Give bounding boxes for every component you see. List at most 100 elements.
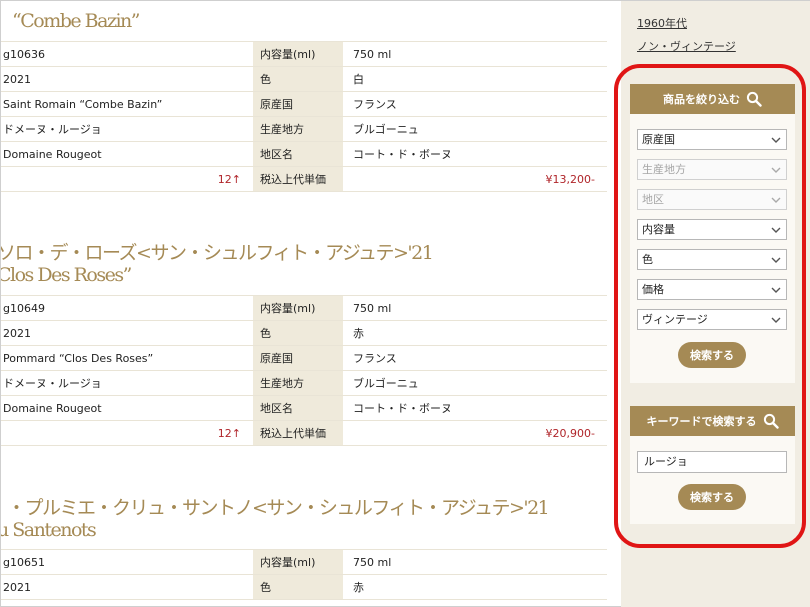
- volume-select[interactable]: 内容量: [637, 219, 787, 240]
- spec-label: 内容量(ml): [253, 549, 343, 575]
- product-spec-table: g10649 内容量(ml) 750 ml 2021 色赤 Pommard “Clos…: [1, 295, 607, 446]
- color-select[interactable]: 色: [637, 249, 787, 270]
- sidebar-link-non-vintage[interactable]: ノン・ヴィンテージ: [637, 38, 736, 54]
- wine-name: Pommard “Clos Des Roses”: [1, 345, 253, 371]
- spec-value: 赤: [343, 320, 607, 346]
- table-row: 12↑ 税込上代単価 ¥13,200-: [1, 166, 607, 192]
- table-row: 2021 色赤: [1, 574, 607, 600]
- wine-name: Saint Romain “Combe Bazin”: [1, 91, 253, 117]
- vintage-select[interactable]: ヴィンテージ: [637, 309, 787, 330]
- table-row: 2021 色白: [1, 66, 607, 92]
- product-title-line: ソロ・デ・ローズ<サン・シュルフィト・アジュテ>'21: [1, 242, 434, 264]
- spec-label: 生産地方: [253, 116, 343, 142]
- keyword-panel: [630, 436, 795, 524]
- filter-panel-header: 商品を絞り込む: [630, 84, 795, 114]
- chevron-down-icon: [771, 317, 781, 323]
- sidebar-link-1960s[interactable]: 1960年代: [637, 15, 687, 31]
- origin-country-select[interactable]: 原産国: [637, 129, 787, 150]
- product-title[interactable]: ソロ・デ・ローズ<サン・シュルフィト・アジュテ>'21 Clos Des Ros…: [1, 242, 607, 286]
- spec-value: フランス: [343, 91, 607, 117]
- spec-label: 内容量(ml): [253, 41, 343, 67]
- filter-panel-title: 商品を絞り込む: [663, 93, 740, 106]
- select-value: 生産地方: [642, 163, 686, 176]
- table-row: 2021 色赤: [1, 320, 607, 346]
- filter-search-button[interactable]: 検索する: [678, 342, 746, 368]
- select-value: 価格: [642, 283, 664, 296]
- keyword-panel-title: キーワードで検索する: [646, 415, 757, 428]
- page-frame: “Combe Bazin” g10636 内容量(ml) 750 ml 2021 色白…: [0, 0, 810, 607]
- spec-value: コート・ド・ボーヌ: [343, 395, 607, 421]
- product-spec-table: g10651 内容量(ml) 750 ml 2021 色赤: [1, 549, 607, 600]
- product-title-line: Clos Des Roses”: [1, 264, 132, 286]
- producer-en: Domaine Rougeot: [1, 141, 253, 167]
- vintage: 2021: [1, 320, 253, 346]
- table-row: Domaine Rougeot 地区名 コート・ド・ボーヌ: [1, 395, 607, 421]
- table-row: ドメーヌ・ルージョ 生産地方 ブルゴーニュ: [1, 116, 607, 142]
- region-select[interactable]: 生産地方: [637, 159, 787, 180]
- spec-label: 内容量(ml): [253, 295, 343, 321]
- spec-value: フランス: [343, 345, 607, 371]
- spec-value: コート・ド・ボーヌ: [343, 141, 607, 167]
- select-value: ヴィンテージ: [642, 313, 708, 326]
- search-icon: [763, 413, 779, 429]
- spec-label: 原産国: [253, 91, 343, 117]
- spec-label: 色: [253, 320, 343, 346]
- vintage: 2021: [1, 574, 253, 600]
- spec-label: 地区名: [253, 141, 343, 167]
- sidebar: 1960年代 ノン・ヴィンテージ 商品を絞り込む 原産国 生産地方 地区 内容量…: [621, 1, 810, 607]
- quantity: 12↑: [1, 166, 253, 192]
- select-value: 原産国: [642, 133, 675, 146]
- spec-label: 地区名: [253, 395, 343, 421]
- product-spec-table: g10636 内容量(ml) 750 ml 2021 色白 Saint Romain …: [1, 41, 607, 192]
- product-code: g10649: [1, 295, 253, 321]
- spec-value: 750 ml: [343, 549, 607, 575]
- spec-value: 750 ml: [343, 295, 607, 321]
- spec-value: 750 ml: [343, 41, 607, 67]
- spec-value: ブルゴーニュ: [343, 370, 607, 396]
- spec-value: ブルゴーニュ: [343, 116, 607, 142]
- spec-value: 白: [343, 66, 607, 92]
- table-row: g10651 内容量(ml) 750 ml: [1, 549, 607, 575]
- product-code: g10651: [1, 549, 253, 575]
- product-code: g10636: [1, 41, 253, 67]
- table-row: g10636 内容量(ml) 750 ml: [1, 41, 607, 67]
- spec-label: 税込上代単価: [253, 420, 343, 446]
- table-row: ドメーヌ・ルージョ 生産地方 ブルゴーニュ: [1, 370, 607, 396]
- search-icon: [746, 91, 762, 107]
- keyword-panel-header: キーワードで検索する: [630, 406, 795, 436]
- vintage: 2021: [1, 66, 253, 92]
- product-title[interactable]: ・プルミエ・クリュ・サントノ<サン・シュルフィト・アジュテ>'21 u Sant…: [1, 497, 607, 541]
- select-value: 地区: [642, 193, 664, 206]
- price: ¥13,200-: [343, 166, 607, 192]
- product-title-line: “Combe Bazin”: [12, 10, 140, 32]
- price: ¥20,900-: [343, 420, 607, 446]
- chevron-down-icon: [771, 167, 781, 173]
- quantity: 12↑: [1, 420, 253, 446]
- chevron-down-icon: [771, 197, 781, 203]
- product-title-line: u Santenots: [1, 519, 97, 541]
- producer-jp: ドメーヌ・ルージョ: [1, 116, 253, 142]
- price-select[interactable]: 価格: [637, 279, 787, 300]
- chevron-down-icon: [771, 257, 781, 263]
- product-title[interactable]: “Combe Bazin”: [1, 10, 607, 32]
- keyword-search-button[interactable]: 検索する: [678, 484, 746, 510]
- spec-value: 赤: [343, 574, 607, 600]
- keyword-input[interactable]: ルージョ: [637, 451, 787, 473]
- district-select[interactable]: 地区: [637, 189, 787, 210]
- producer-en: Domaine Rougeot: [1, 395, 253, 421]
- spec-label: 色: [253, 66, 343, 92]
- table-row: g10649 内容量(ml) 750 ml: [1, 295, 607, 321]
- select-value: 内容量: [642, 223, 675, 236]
- spec-label: 原産国: [253, 345, 343, 371]
- chevron-down-icon: [771, 287, 781, 293]
- select-value: 色: [642, 253, 653, 266]
- spec-label: 色: [253, 574, 343, 600]
- table-row: Domaine Rougeot 地区名 コート・ド・ボーヌ: [1, 141, 607, 167]
- chevron-down-icon: [771, 227, 781, 233]
- spec-label: 税込上代単価: [253, 166, 343, 192]
- product-list: “Combe Bazin” g10636 内容量(ml) 750 ml 2021 色白…: [1, 1, 607, 607]
- spec-label: 生産地方: [253, 370, 343, 396]
- table-row: 12↑ 税込上代単価 ¥20,900-: [1, 420, 607, 446]
- table-row: Saint Romain “Combe Bazin” 原産国 フランス: [1, 91, 607, 117]
- chevron-down-icon: [771, 137, 781, 143]
